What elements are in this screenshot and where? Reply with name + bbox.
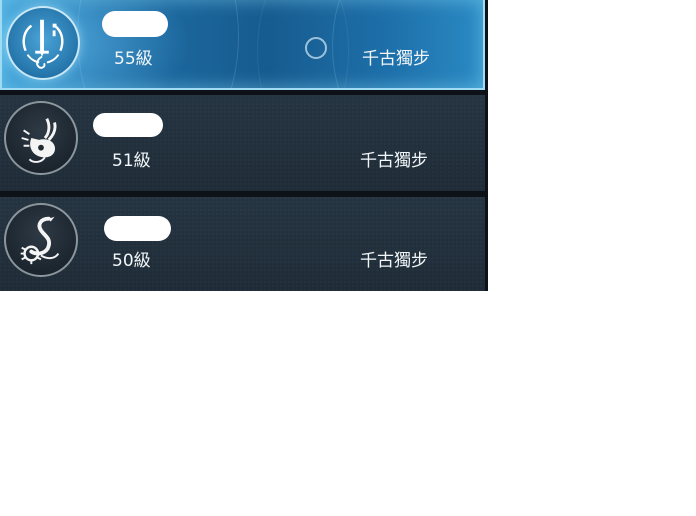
player-name-redacted bbox=[104, 216, 171, 241]
title-label: 千古獨步 bbox=[360, 151, 428, 171]
player-name-redacted bbox=[93, 113, 163, 137]
character-row[interactable]: 50級 千古獨步 bbox=[0, 197, 485, 291]
serpent-crest-icon bbox=[4, 203, 78, 277]
character-row-selected[interactable]: 55級 千古獨步 bbox=[0, 0, 485, 90]
title-label: 千古獨步 bbox=[362, 49, 430, 69]
level-label: 55級 bbox=[114, 49, 153, 69]
level-label: 50級 bbox=[112, 251, 151, 271]
sword-crest-icon bbox=[6, 6, 80, 80]
player-name-redacted bbox=[102, 11, 168, 37]
character-row[interactable]: 51級 千古獨步 bbox=[0, 95, 485, 191]
level-label: 51級 bbox=[112, 151, 151, 171]
character-list: 55級 千古獨步 51級 千古獨步 50級 千古獨步 bbox=[0, 0, 488, 291]
title-label: 千古獨步 bbox=[360, 251, 428, 271]
rabbit-crest-icon bbox=[4, 101, 78, 175]
selection-circle-icon[interactable] bbox=[305, 37, 327, 59]
